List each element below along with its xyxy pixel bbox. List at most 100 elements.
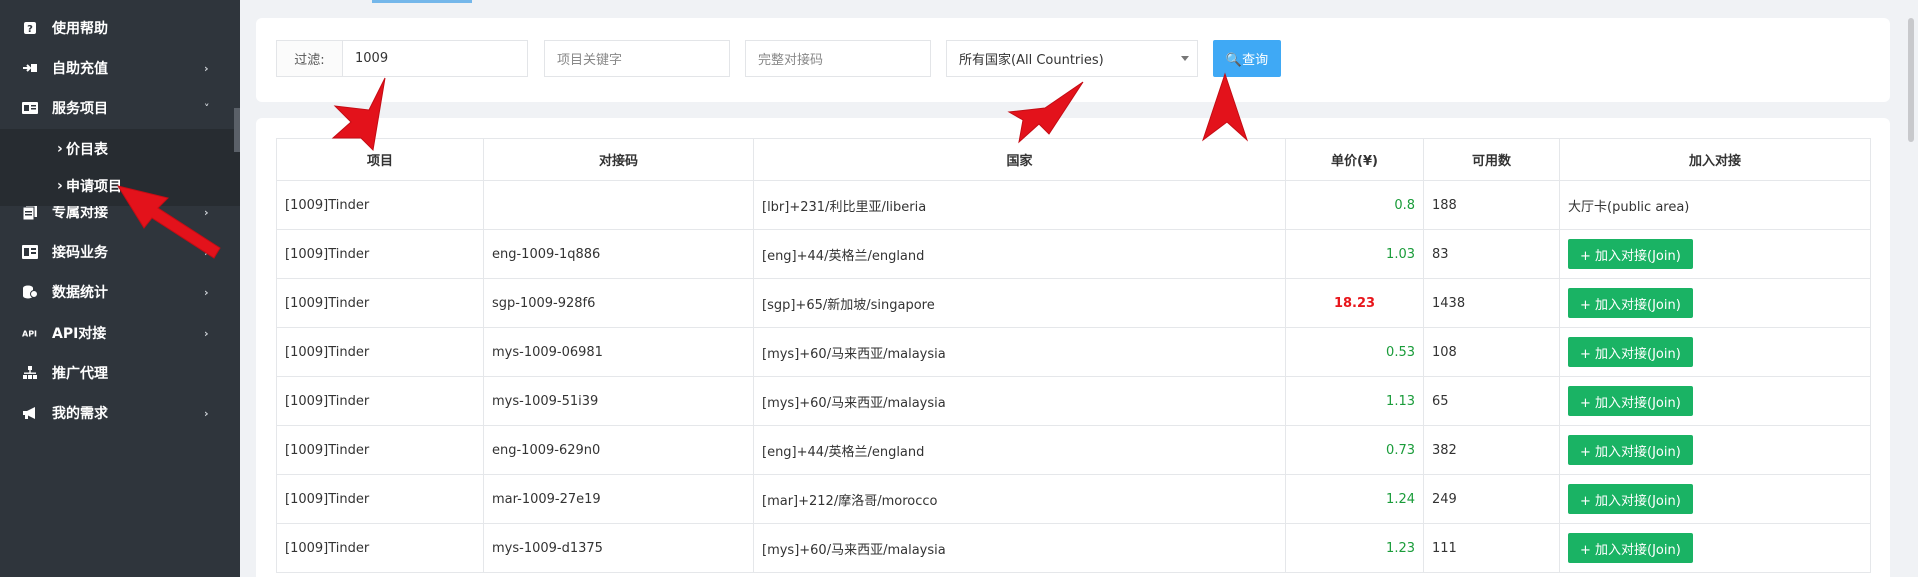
sidebar-item-label: API对接	[52, 326, 107, 342]
join-button[interactable]: + 加入对接(Join)	[1568, 484, 1693, 514]
join-button[interactable]: + 加入对接(Join)	[1568, 337, 1693, 367]
sidebar-item-6[interactable]: API API对接 ›	[0, 311, 240, 355]
sidebar-item-7[interactable]: 推广代理	[0, 351, 240, 395]
join-cell: + 加入对接(Join)	[1559, 278, 1871, 328]
available-cell: 108	[1423, 327, 1560, 377]
annotation-arrow-country	[1007, 81, 1084, 144]
price-cell: 1.23	[1285, 523, 1424, 573]
sidebar-item-label: 使用帮助	[52, 21, 108, 37]
help-icon: ?	[22, 20, 38, 36]
table-row: [1009]Tinder [lbr]+231/利比里亚/liberia 0.8 …	[276, 180, 1871, 230]
join-note: 大厅卡(public area)	[1568, 199, 1690, 215]
join-cell: + 加入对接(Join)	[1559, 474, 1871, 524]
country-select-value: 所有国家(All Countries)	[959, 53, 1104, 68]
agent-icon	[22, 365, 38, 381]
code-cell: mys-1009-d1375	[483, 523, 754, 573]
country-cell: [eng]+44/英格兰/england	[753, 425, 1286, 475]
sidebar-item-1[interactable]: 自助充值 ›	[0, 46, 240, 90]
code-cell: sgp-1009-928f6	[483, 278, 754, 328]
join-cell: + 加入对接(Join)	[1559, 376, 1871, 426]
price-cell: 0.73	[1285, 425, 1424, 475]
dropdown-arrow-icon	[1181, 56, 1189, 61]
sidebar-item-label: 数据统计	[52, 285, 108, 301]
available-cell: 83	[1423, 229, 1560, 279]
price-table: 项目 对接码 国家 单价(¥) 可用数 加入对接 [1009]Tinder [lbr]+2…	[276, 138, 1871, 573]
sidebar-item-label: 服务项目	[52, 101, 108, 117]
country-cell: [sgp]+65/新加坡/singapore	[753, 278, 1286, 328]
api-icon: API	[22, 325, 38, 341]
page-scrollbar[interactable]	[1908, 18, 1914, 142]
sidebar-item-label: 我的需求	[52, 406, 108, 422]
sidebar-subitem-0[interactable]: › 价目表	[0, 129, 240, 169]
project-cell: [1009]Tinder	[276, 523, 484, 573]
available-cell: 111	[1423, 523, 1560, 573]
code-cell: mys-1009-51i39	[483, 376, 754, 426]
chevron-down-icon: ˅	[204, 101, 210, 115]
join-button[interactable]: + 加入对接(Join)	[1568, 288, 1693, 318]
join-cell: + 加入对接(Join)	[1559, 229, 1871, 279]
chevron-right-icon: ›	[204, 326, 209, 340]
table-row: [1009]Tinder sgp-1009-928f6 [sgp]+65/新加坡…	[276, 278, 1871, 328]
country-cell: [mys]+60/马来西亚/malaysia	[753, 523, 1286, 573]
country-cell: [mys]+60/马来西亚/malaysia	[753, 376, 1286, 426]
caret-right-icon: ›	[57, 178, 63, 194]
join-cell: + 加入对接(Join)	[1559, 425, 1871, 475]
stats-icon	[22, 284, 38, 300]
available-cell: 382	[1423, 425, 1560, 475]
join-button[interactable]: + 加入对接(Join)	[1568, 533, 1693, 563]
keyword-input[interactable]: 项目关键字	[544, 40, 730, 77]
join-button[interactable]: + 加入对接(Join)	[1568, 435, 1693, 465]
code-cell: mar-1009-27e19	[483, 474, 754, 524]
svg-text:?: ?	[27, 24, 33, 35]
sidebar-subitem-label: 价目表	[66, 142, 108, 158]
project-cell: [1009]Tinder	[276, 474, 484, 524]
code-cell	[483, 180, 754, 230]
sidebar-item-2[interactable]: 服务项目 ˅	[0, 86, 240, 130]
code-cell: eng-1009-629n0	[483, 425, 754, 475]
annotation-arrow-query	[1202, 72, 1249, 142]
column-header: 对接码	[483, 138, 754, 181]
country-cell: [lbr]+231/利比里亚/liberia	[753, 180, 1286, 230]
table-row: [1009]Tinder mys-1009-51i39 [mys]+60/马来西…	[276, 376, 1871, 426]
country-cell: [mys]+60/马来西亚/malaysia	[753, 327, 1286, 377]
chevron-right-icon: ›	[204, 61, 209, 75]
chevron-right-icon: ›	[204, 285, 209, 299]
annotation-arrow-filter	[331, 77, 386, 152]
chevron-right-icon: ›	[204, 406, 209, 420]
demand-icon	[22, 405, 38, 421]
country-select[interactable]: 所有国家(All Countries)	[946, 40, 1198, 77]
project-cell: [1009]Tinder	[276, 425, 484, 475]
svg-text:API: API	[22, 330, 37, 338]
sidebar-active-indicator	[234, 108, 240, 152]
sidebar: ? 使用帮助 自助充值› 服务项目˅ 专属对接› 接码业务› 数据统计› API…	[0, 0, 240, 577]
project-cell: [1009]Tinder	[276, 180, 484, 230]
table-row: [1009]Tinder eng-1009-629n0 [eng]+44/英格兰…	[276, 425, 1871, 475]
sidebar-item-8[interactable]: 我的需求 ›	[0, 391, 240, 435]
sidebar-item-label: 接码业务	[52, 245, 108, 261]
code-input[interactable]: 完整对接码	[745, 40, 931, 77]
price-cell: 18.23	[1285, 278, 1424, 328]
column-header: 单价(¥)	[1285, 138, 1424, 181]
price-cell: 1.24	[1285, 474, 1424, 524]
code-cell: mys-1009-06981	[483, 327, 754, 377]
sidebar-item-label: 推广代理	[52, 366, 108, 382]
country-cell: [mar]+212/摩洛哥/morocco	[753, 474, 1286, 524]
sidebar-item-0[interactable]: ? 使用帮助	[0, 6, 240, 50]
sidebar-item-5[interactable]: 数据统计 ›	[0, 270, 240, 314]
service-icon	[22, 100, 38, 116]
join-cell: 大厅卡(public area)	[1559, 180, 1871, 230]
table-row: [1009]Tinder eng-1009-1q886 [eng]+44/英格兰…	[276, 229, 1871, 279]
table-row: [1009]Tinder mys-1009-06981 [mys]+60/马来西…	[276, 327, 1871, 377]
column-header: 加入对接	[1559, 138, 1871, 181]
price-table-panel: 项目 对接码 国家 单价(¥) 可用数 加入对接 [1009]Tinder [lbr]+2…	[256, 118, 1890, 577]
available-cell: 188	[1423, 180, 1560, 230]
recharge-icon	[22, 60, 38, 76]
active-tab-underline	[372, 0, 472, 3]
project-cell: [1009]Tinder	[276, 327, 484, 377]
price-cell: 0.8	[1285, 180, 1424, 230]
project-cell: [1009]Tinder	[276, 376, 484, 426]
join-button[interactable]: + 加入对接(Join)	[1568, 239, 1693, 269]
join-button[interactable]: + 加入对接(Join)	[1568, 386, 1693, 416]
join-cell: + 加入对接(Join)	[1559, 327, 1871, 377]
code-cell: eng-1009-1q886	[483, 229, 754, 279]
